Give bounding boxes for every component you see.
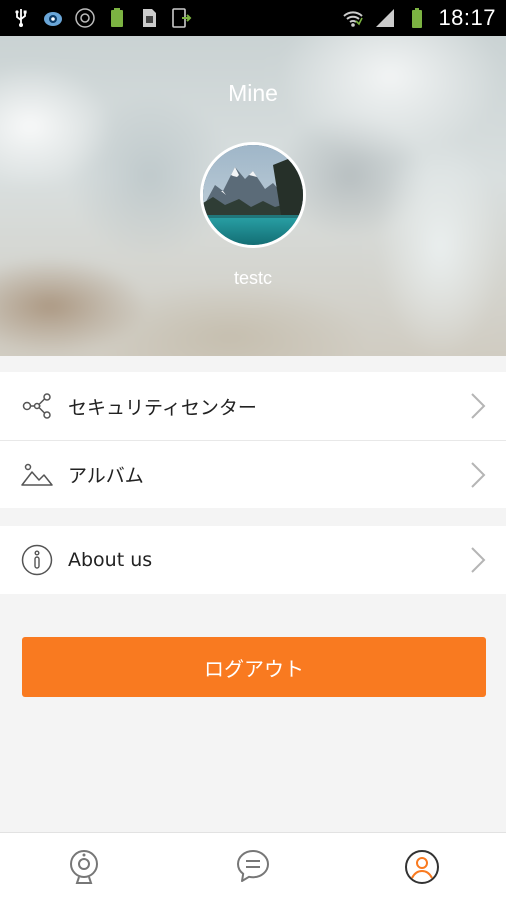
menu-item-security-center[interactable]: セキュリティセンター (0, 372, 506, 440)
usb-icon (10, 7, 32, 29)
logout-button[interactable]: ログアウト (22, 637, 486, 697)
camera-tab-icon (70, 849, 99, 884)
status-left-icons (10, 7, 192, 29)
menu-item-about-us[interactable]: About us (0, 526, 506, 594)
bottom-tab-bar (0, 832, 506, 900)
signal-icon (374, 7, 396, 29)
menu-group-secondary: About us (0, 526, 506, 594)
sim-card-icon (138, 7, 160, 29)
chevron-right-icon (470, 461, 486, 489)
page-title: Mine (228, 80, 278, 106)
tab-camera[interactable] (0, 833, 169, 900)
profile-tab-icon (404, 849, 439, 884)
profile-header: Mine testc (0, 36, 506, 356)
screenshot-icon (170, 7, 192, 29)
username: testc (233, 268, 272, 288)
battery-charging-small-icon (106, 7, 128, 29)
avatar[interactable] (200, 142, 306, 248)
status-right-icons: 18:17 (342, 5, 496, 31)
status-time: 18:17 (438, 5, 496, 30)
message-tab-icon (237, 849, 269, 882)
tab-profile[interactable] (337, 833, 506, 900)
wifi-icon (342, 7, 364, 29)
menu-item-label: About us (68, 549, 153, 571)
share-nodes-icon (20, 389, 54, 423)
image-landscape-icon (20, 458, 54, 492)
app-notification-icon (42, 7, 64, 29)
tab-messages[interactable] (169, 833, 338, 900)
menu-group-primary: セキュリティセンター アルバム (0, 372, 506, 508)
chevron-right-icon (470, 546, 486, 574)
camera-icon (74, 7, 96, 29)
chevron-right-icon (470, 392, 486, 420)
battery-icon (406, 7, 428, 29)
info-icon (20, 543, 54, 577)
menu-item-album[interactable]: アルバム (0, 440, 506, 508)
status-bar: 18:17 (0, 0, 506, 36)
menu-item-label: アルバム (68, 465, 144, 487)
menu-item-label: セキュリティセンター (68, 396, 257, 419)
